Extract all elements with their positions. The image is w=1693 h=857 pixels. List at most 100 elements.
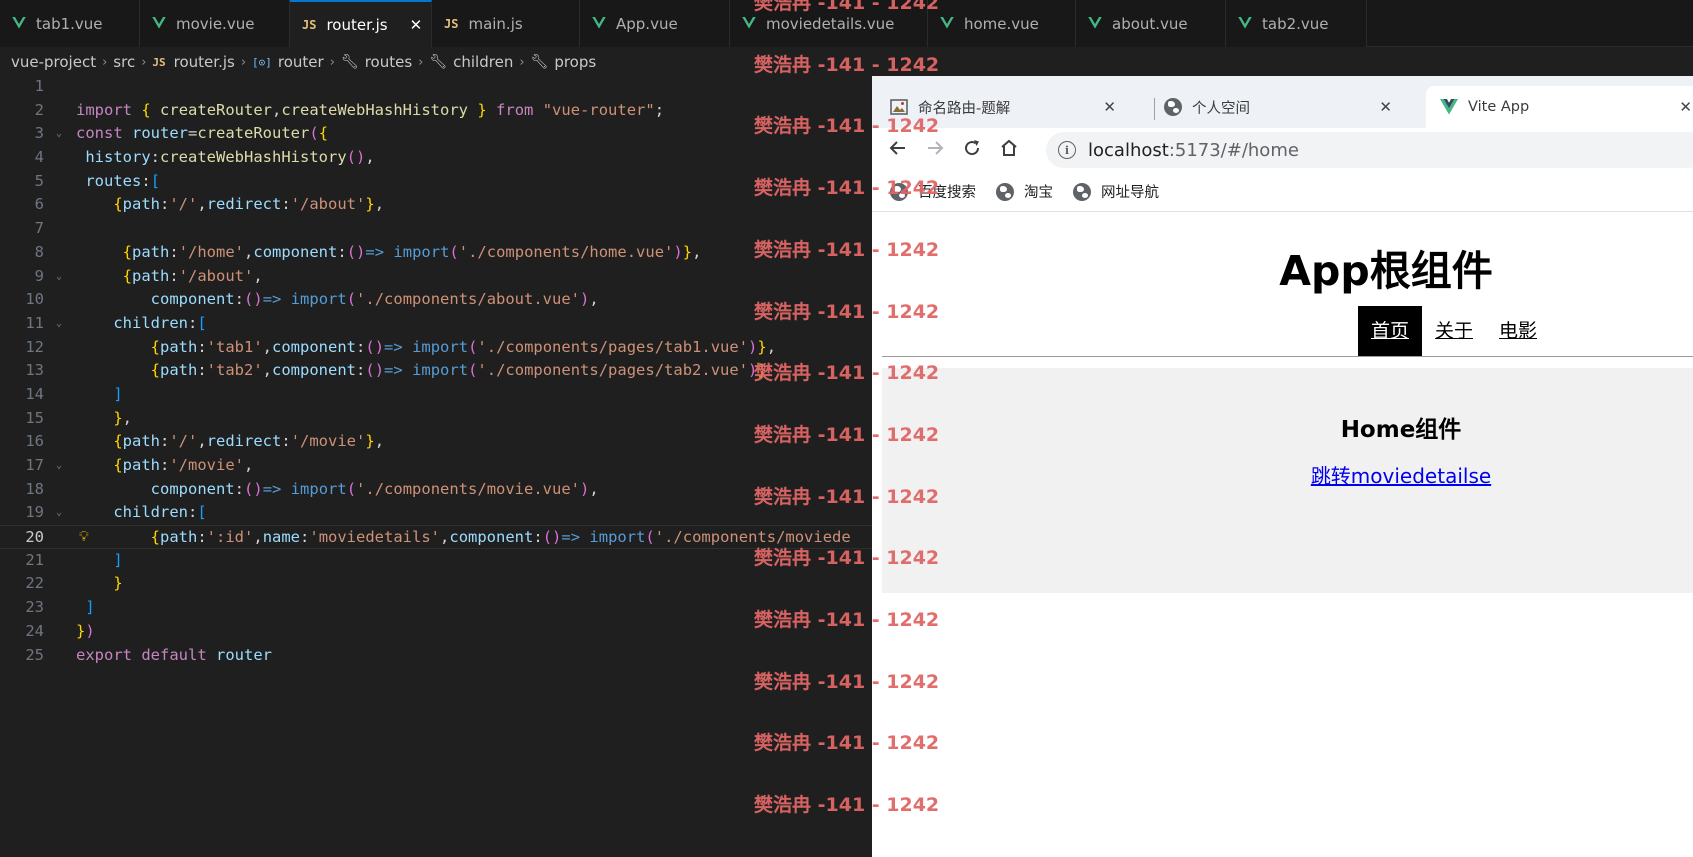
code-line[interactable]: 14 ] [0,383,872,407]
breadcrumb-item-routes[interactable]: routes [365,53,412,71]
editor-tab-main-js[interactable]: JS main.js [432,0,580,47]
code-line[interactable]: 10 component:()=> import('./components/a… [0,288,872,312]
editor-tab-label: main.js [468,14,523,33]
code-line[interactable]: 24}) [0,620,872,644]
breadcrumb-item-children[interactable]: children [453,53,513,71]
breadcrumb-item-src[interactable]: src [113,53,135,71]
browser-toolbar: i localhost:5173/#/home [872,128,1693,172]
editor-tab-label: tab2.vue [1262,14,1329,33]
line-number: 25 [25,645,44,664]
code-line[interactable]: 16 {path:'/',redirect:'/movie'}, [0,430,872,454]
watermark-text: 樊浩冉 -141 - 1242 [754,53,940,76]
line-number: 4 [34,148,44,167]
forward-arrow-icon[interactable] [925,138,945,163]
code-line[interactable]: 18 component:()=> import('./components/m… [0,478,872,502]
line-number: 5 [34,171,44,190]
code-text: routes:[ [85,171,161,190]
code-line[interactable]: 5 routes:[ [0,170,872,194]
breadcrumb-item-props[interactable]: props [554,53,596,71]
line-number: 6 [34,195,44,214]
code-line[interactable]: 19 ⌄ children:[ [0,501,872,525]
bookmark-taobao[interactable]: 淘宝 [996,181,1053,202]
close-icon[interactable]: ✕ [1379,98,1392,116]
code-line[interactable]: 17 ⌄ {path:'/movie', [0,454,872,478]
home-component: Home组件 跳转moviedetailse [882,368,1693,593]
code-line[interactable]: 11 ⌄ children:[ [0,312,872,336]
bookmark-nav[interactable]: 网址导航 [1073,181,1159,202]
vue-icon [592,15,606,33]
code-line[interactable]: 6 {path:'/',redirect:'/about'}, [0,193,872,217]
line-number: 13 [25,361,44,380]
breadcrumb-item-file[interactable]: router.js [174,53,235,71]
code-text: export default router [76,645,273,664]
back-arrow-icon[interactable] [888,138,908,163]
editor-tab-label: moviedetails.vue [766,14,895,33]
code-line[interactable]: 23 ] [0,596,872,620]
close-icon[interactable]: ✕ [1103,98,1116,116]
code-line[interactable]: 25 export default router [0,644,872,668]
code-text: {path:'tab2',component:()=> import('./co… [150,361,767,380]
wrench-icon: 🔧︎ [340,54,359,70]
fold-chevron-icon[interactable]: ⌄ [56,312,62,336]
chevron-right-icon: › [329,54,335,70]
chevron-right-icon: › [240,54,247,70]
code-line[interactable]: 8 {path:'/home',component:()=> import('.… [0,241,872,265]
home-icon[interactable] [999,138,1019,163]
code-line[interactable]: 2 import { createRouter,createWebHashHist… [0,99,872,123]
code-line[interactable]: 1 [0,75,872,99]
browser-tab-3[interactable]: Vite App ✕ [1426,86,1693,128]
code-line[interactable]: 3 ⌄ const router=createRouter({ [0,122,872,146]
watermark-text: 樊浩冉 -141 - 1242 [754,115,940,138]
browser-tab-2[interactable]: 个人空间 ✕ [1164,86,1406,128]
nav-link-about[interactable]: 关于 [1422,306,1486,356]
code-text: history:createWebHashHistory(), [85,148,375,167]
code-line[interactable]: 21 ] [0,549,872,573]
editor-tab-tab1-vue[interactable]: tab1.vue [0,0,140,47]
code-line[interactable]: 7 [0,217,872,241]
wrench-icon: 🔧︎ [429,54,448,70]
code-text: const router=createRouter({ [76,124,329,143]
moviedetails-link[interactable]: 跳转moviedetailse [882,460,1693,489]
fold-chevron-icon[interactable]: ⌄ [56,501,62,525]
nav-link-home[interactable]: 首页 [1358,306,1423,356]
fold-chevron-icon[interactable]: ⌄ [56,122,62,146]
chevron-right-icon: › [141,54,147,70]
browser-tab-strip: 命名路由-题解 ✕ 个人空间 ✕ Vite App ✕ [872,76,1693,128]
info-icon[interactable]: i [1058,141,1076,159]
bookmark-label: 网址导航 [1101,185,1159,201]
editor-tab-tab2-vue[interactable]: tab2.vue [1226,0,1367,47]
vue-icon [940,15,954,33]
code-area[interactable]: 1 2 import { createRouter,createWebHashHis… [0,75,872,667]
code-line[interactable]: 20 💡︎ {path:':id',name:'moviedetails',com… [0,525,872,549]
editor-tab-App-vue[interactable]: App.vue [580,0,730,47]
reload-icon[interactable] [962,138,982,163]
breadcrumb-item-router[interactable]: router [278,53,324,71]
bookmark-label: 淘宝 [1024,185,1053,201]
nav-link-movie[interactable]: 电影 [1486,306,1550,356]
line-number: 11 [25,313,44,332]
code-line[interactable]: 12 {path:'tab1',component:()=> import('.… [0,336,872,360]
code-line[interactable]: 4 history:createWebHashHistory(), [0,146,872,170]
fold-chevron-icon[interactable]: ⌄ [56,454,62,478]
editor-tab-movie-vue[interactable]: movie.vue [140,0,290,47]
code-line[interactable]: 13 {path:'tab2',component:()=> import('.… [0,359,872,383]
editor-tab-router-js[interactable]: JS router.js ✕ [290,0,432,47]
code-text: ] [85,598,95,617]
line-number: 12 [25,337,44,356]
code-line[interactable]: 15 }, [0,407,872,431]
editor-tab-home-vue[interactable]: home.vue [928,0,1076,47]
code-line[interactable]: 22 } [0,572,872,596]
close-icon[interactable]: ✕ [410,16,423,34]
close-icon[interactable]: ✕ [1679,98,1692,116]
code-line[interactable]: 9 ⌄ {path:'/about', [0,265,872,289]
globe-icon [1164,98,1182,116]
code-text: {path:'/home',component:()=> import('./c… [122,242,702,261]
breadcrumb: vue-project › src › JS router.js › [⊙] r… [0,48,872,76]
watermark-text: 樊浩冉 -141 - 1242 [754,238,940,261]
editor-tab-about-vue[interactable]: about.vue [1076,0,1226,47]
breadcrumb-item-project[interactable]: vue-project [11,53,96,71]
address-bar[interactable]: i localhost:5173/#/home [1046,132,1693,168]
watermark-text: 樊浩冉 -141 - 1242 [754,0,940,14]
code-text: children:[ [113,503,207,522]
fold-chevron-icon[interactable]: ⌄ [56,265,62,289]
